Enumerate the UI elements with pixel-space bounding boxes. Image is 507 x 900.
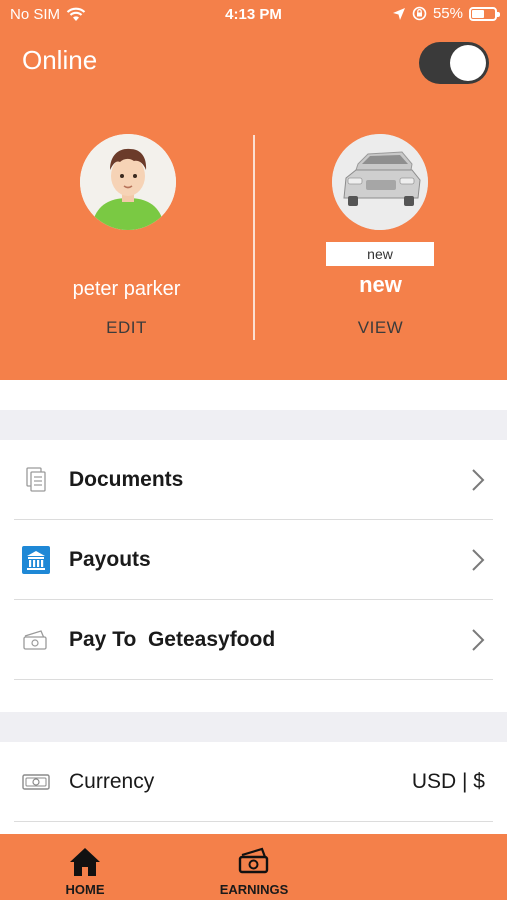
- home-icon: [70, 848, 100, 876]
- battery-fill: [472, 9, 484, 18]
- view-vehicle-link[interactable]: VIEW: [254, 318, 507, 338]
- earnings-icon: [238, 847, 269, 874]
- battery-percent: 55%: [432, 5, 463, 22]
- location-arrow-icon: [392, 7, 405, 20]
- bottom-tab-bar: HOME EARNINGS: [0, 834, 507, 900]
- tab-label: HOME: [65, 882, 105, 897]
- row-separator: [14, 679, 493, 680]
- edit-profile-link[interactable]: EDIT: [0, 318, 253, 338]
- toggle-knob: [450, 45, 486, 81]
- online-status-title: Online: [22, 45, 98, 75]
- row-separator: [14, 821, 493, 822]
- orientation-lock-icon: [412, 6, 427, 21]
- menu-item-label: Payouts: [69, 548, 151, 571]
- menu-item-payouts[interactable]: Payouts: [0, 520, 507, 600]
- chevron-right-icon: [472, 549, 485, 571]
- bank-icon: [22, 546, 50, 574]
- profile-header: No SIM 4:13 PM 55% Online peter parker E…: [0, 0, 507, 380]
- menu-item-documents[interactable]: Documents: [0, 440, 507, 520]
- car-avatar-icon[interactable]: [332, 134, 428, 230]
- menu-item-label: Documents: [69, 468, 184, 491]
- currency-value: USD | $: [411, 770, 485, 793]
- vehicle-badge: new: [326, 242, 434, 266]
- chevron-right-icon: [472, 629, 485, 651]
- status-right: 55%: [392, 5, 500, 22]
- online-toggle[interactable]: [419, 42, 489, 84]
- documents-icon: [26, 467, 46, 492]
- menu-item-pay-to[interactable]: Pay To Geteasyfood: [0, 600, 507, 680]
- currency-label: Currency: [69, 770, 155, 793]
- vehicle-name: new: [359, 272, 402, 297]
- cash-icon: [23, 630, 47, 650]
- tab-label: EARNINGS: [219, 882, 289, 897]
- header-divider: [253, 135, 255, 340]
- menu-item-label: Pay To Geteasyfood: [69, 628, 276, 651]
- tab-home[interactable]: HOME: [40, 834, 130, 900]
- section-spacer: [0, 712, 507, 742]
- battery-icon: [469, 6, 500, 21]
- status-bar: No SIM 4:13 PM 55%: [0, 0, 507, 30]
- money-icon: [22, 774, 50, 790]
- section-spacer: [0, 410, 507, 440]
- driver-name: peter parker: [72, 278, 181, 300]
- user-avatar-icon[interactable]: [80, 134, 176, 230]
- chevron-right-icon: [472, 469, 485, 491]
- tab-earnings[interactable]: EARNINGS: [208, 834, 300, 900]
- settings-item-currency[interactable]: Currency USD | $: [0, 742, 507, 822]
